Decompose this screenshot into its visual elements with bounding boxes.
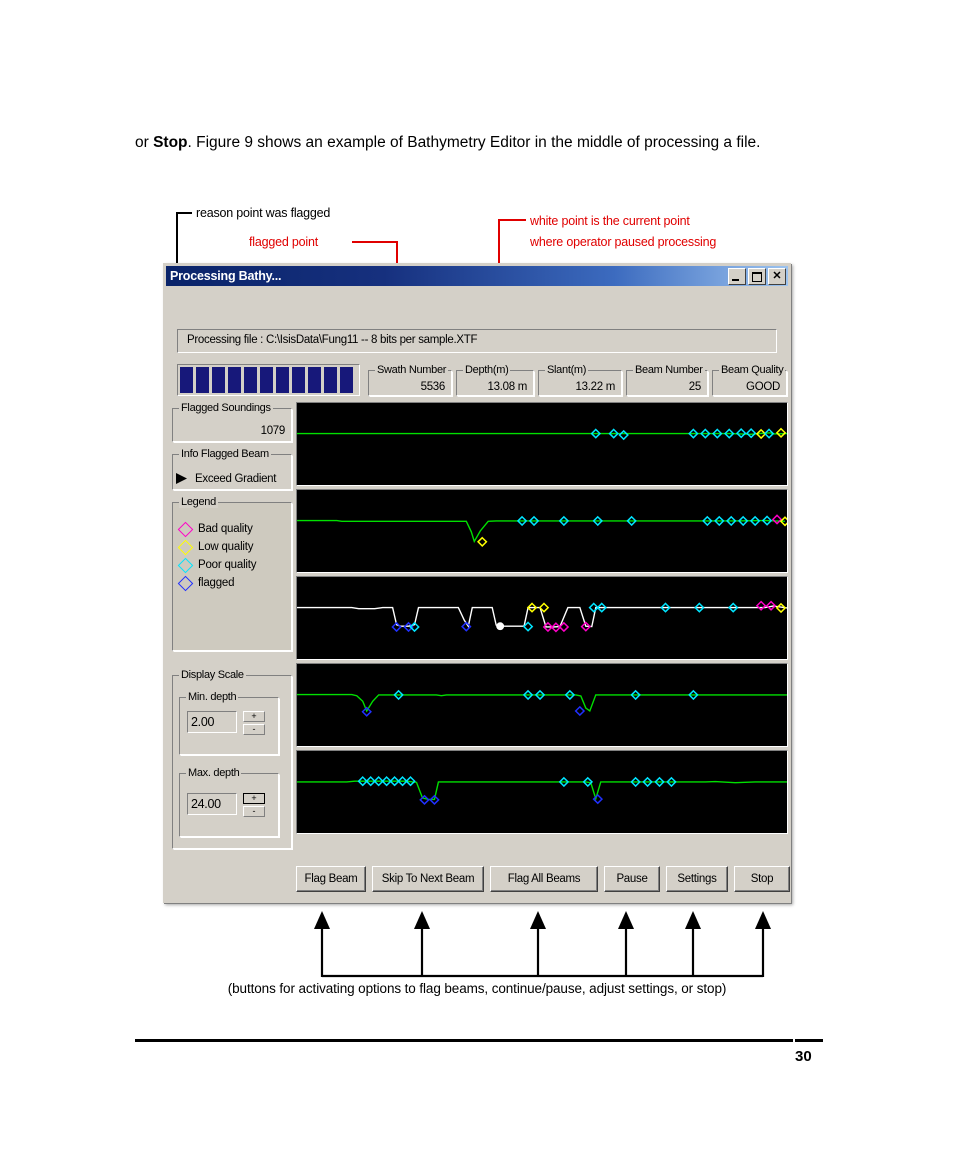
processing-file-text: Processing file : C:\IsisData\Fung11 -- … [187,334,478,346]
skip-to-next-beam-button[interactable]: Skip To Next Beam [372,866,484,892]
page-paragraph: or Stop. Figure 9 shows an example of Ba… [135,132,815,154]
legend-diamond-icon [177,539,194,555]
status-depth: Depth(m) 13.08 m [456,364,535,397]
flag-all-beams-button[interactable]: Flag All Beams [490,866,598,892]
legend-item-low-quality: Low quality [172,538,292,556]
legend-label: Legend [179,496,218,508]
processing-file-bar: Processing file : C:\IsisData\Fung11 -- … [177,329,777,353]
status-label: Beam Quality [719,364,786,376]
status-beam-number: Beam Number 25 [626,364,709,397]
status-swath-number: Swath Number 5536 [368,364,453,397]
status-value: 13.22 m [575,381,616,393]
paragraph-rest: . Figure 9 shows an example of Bathymetr… [187,134,761,151]
progress-segments [180,367,353,393]
progress-bar [177,364,360,396]
swath-plot-4 [297,689,787,717]
max-depth-up-button[interactable]: + [243,793,265,804]
legend-diamond-icon [177,521,194,537]
swath-panel-5[interactable] [296,750,788,834]
processing-bathy-window: Processing Bathy... ✕ Processing file : … [163,263,791,903]
pause-button[interactable]: Pause [604,866,660,892]
annotation-reason-flagged: reason point was flagged [196,206,331,220]
status-label: Depth(m) [463,364,511,376]
max-depth-down-button[interactable]: - [243,806,265,817]
display-scale-group: Display Scale Min. depth 2.00 + - Max. d… [172,669,293,850]
legend-diamond-icon [177,557,194,573]
close-icon[interactable]: ✕ [768,267,786,285]
swath-plot-3 [297,600,787,633]
annotation-white-point-line2: where operator paused processing [530,235,717,249]
status-beam-quality: Beam Quality GOOD [712,364,788,397]
paragraph-prefix: or [135,134,154,151]
status-label: Swath Number [375,364,449,376]
status-value: 25 [688,381,702,393]
max-depth-label: Max. depth [186,767,242,779]
max-depth-input[interactable]: 24.00 [187,793,237,815]
status-slant: Slant(m) 13.22 m [538,364,623,397]
min-depth-up-button[interactable]: + [243,711,265,722]
max-depth-group: Max. depth 24.00 + - [179,767,280,838]
flagged-soundings-value: 1079 [260,425,286,437]
legend-item-label: Poor quality [198,559,257,571]
action-button-bar: Flag Beam Skip To Next Beam Flag All Bea… [296,866,790,892]
legend-item-bad-quality: Bad quality [172,520,292,538]
stop-button[interactable]: Stop [734,866,790,892]
legend-item-label: flagged [198,577,235,589]
flagged-soundings-group: Flagged Soundings 1079 [172,402,293,443]
figure-caption: (buttons for activating options to flag … [227,981,727,996]
status-value: 5536 [420,381,446,393]
legend-item-label: Low quality [198,541,254,553]
window-body: Processing file : C:\IsisData\Fung11 -- … [166,286,790,900]
min-depth-input[interactable]: 2.00 [187,711,237,733]
annotation-flagged-point: flagged point [249,235,318,249]
info-flagged-beam-group: Info Flagged Beam Exceed Gradient [172,448,293,491]
button-callout-arrows [314,911,771,978]
annotation-white-point-line1: white point is the current point [530,214,690,228]
flagged-soundings-label: Flagged Soundings [179,402,273,414]
swath-plot-5 [297,776,787,805]
maximize-icon[interactable] [748,267,766,285]
flag-beam-button[interactable]: Flag Beam [296,866,366,892]
legend-item-label: Bad quality [198,523,253,535]
paragraph-bold-stop: Stop [153,134,188,151]
settings-button[interactable]: Settings [666,866,728,892]
display-scale-label: Display Scale [179,669,246,681]
swath-plot-1 [297,427,787,441]
swath-panel-4[interactable] [296,663,788,747]
sidebar: Flagged Soundings 1079 Info Flagged Beam… [172,402,293,855]
annotation-white-leader-horizontal [498,219,526,221]
status-value: 13.08 m [487,381,528,393]
swath-panel-2[interactable] [296,489,788,573]
legend-items: Bad quality Low quality Poor quality fla… [172,520,292,592]
minimize-icon[interactable] [728,267,746,285]
window-titlebar[interactable]: Processing Bathy... ✕ [166,266,788,286]
status-label: Slant(m) [545,364,589,376]
swath-plot-2 [297,514,787,547]
annotation-reason-leader-horizontal [176,212,192,214]
window-title: Processing Bathy... [170,269,282,283]
info-flagged-beam-label: Info Flagged Beam [179,448,271,460]
right-arrow-icon [176,473,187,484]
status-label: Beam Number [633,364,705,376]
legend-item-poor-quality: Poor quality [172,556,292,574]
annotation-flagged-leader-horizontal [352,241,398,243]
min-depth-down-button[interactable]: - [243,724,265,735]
window-controls: ✕ [728,267,786,285]
swath-panel-1[interactable] [296,402,788,486]
legend-item-flagged: flagged [172,574,292,592]
footer-rule-short [795,1039,823,1042]
swath-chart-stack [296,402,788,837]
footer-rule [135,1039,793,1042]
info-flagged-beam-value: Exceed Gradient [195,472,277,485]
status-value: GOOD [746,381,780,393]
legend-diamond-icon [177,575,194,591]
min-depth-label: Min. depth [186,691,239,703]
swath-panel-3-current[interactable] [296,576,788,660]
min-depth-group: Min. depth 2.00 + - [179,691,280,756]
legend-group: Legend Bad quality Low quality Poor qual… [172,496,293,652]
page-number: 30 [795,1048,812,1065]
